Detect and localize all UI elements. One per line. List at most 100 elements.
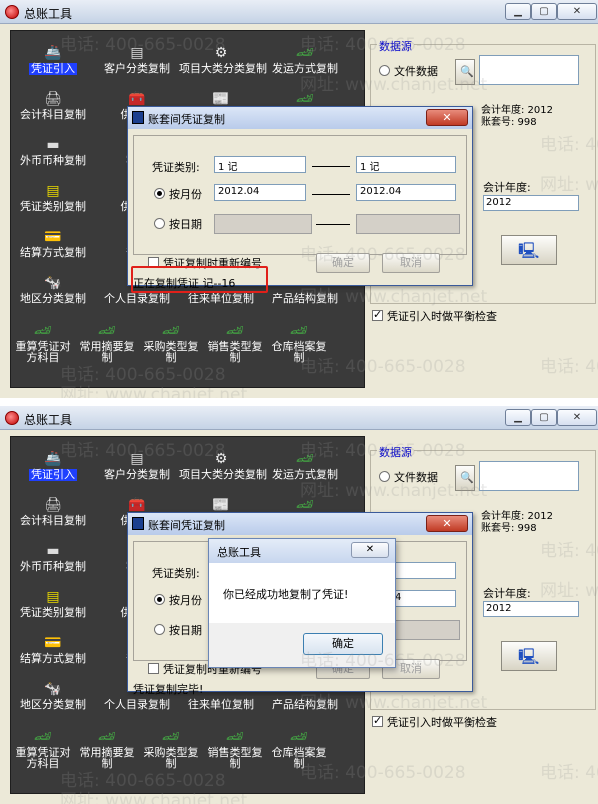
copy-dialog-titlebar: 账套间凭证复制 ✕ (128, 513, 472, 535)
tool-button[interactable]: 🚢 凭证引入 (11, 451, 95, 495)
tool-button[interactable]: ▬ 外币币种复制 (11, 543, 95, 587)
tool-button[interactable]: ⚙ 项目大类分类复制 (179, 451, 267, 495)
copy-dialog-close-button[interactable]: ✕ (426, 109, 468, 126)
tool-label: 客户分类复制 (104, 468, 170, 481)
voucher-type-from-select[interactable]: 1 记 (214, 156, 306, 173)
close-button[interactable]: ✕ (557, 409, 597, 426)
tool-icon: ⚙ (214, 45, 228, 61)
tool-button[interactable]: 🏎 重算凭证对方科目 (11, 323, 75, 367)
target-year-value: 2012 (483, 601, 579, 617)
tool-button[interactable]: ▤ 凭证类别复制 (11, 589, 95, 633)
range-separator (312, 166, 350, 167)
by-date-radio[interactable] (154, 624, 165, 635)
minimize-button[interactable]: ▁ (505, 409, 531, 426)
close-button[interactable]: ✕ (557, 3, 597, 20)
run-import-button[interactable]: 🖳 (501, 641, 557, 671)
file-data-option[interactable]: 文件数据 (379, 469, 438, 485)
tool-button[interactable]: 🖨 会计科目复制 (11, 497, 95, 541)
date-to-picker[interactable] (356, 214, 460, 234)
tool-label: 地区分类复制 (20, 698, 86, 711)
file-data-option[interactable]: 文件数据 (379, 63, 438, 79)
tool-label: 重算凭证对方科目 (15, 340, 71, 364)
balance-check-checkbox[interactable] (372, 714, 383, 727)
tool-button[interactable]: 🏎 采购类型复制 (139, 323, 203, 367)
window-titlebar: 总账工具 ▁ ▢ ✕ (0, 0, 598, 24)
month-to-select[interactable]: 2012.04 (356, 184, 456, 201)
tool-button[interactable]: 🏎 重算凭证对方科目 (11, 729, 75, 773)
maximize-button[interactable]: ▢ (531, 409, 557, 426)
voucher-type-to-select[interactable]: 1 记 (356, 156, 456, 173)
range-separator (316, 224, 350, 225)
tool-button[interactable]: 💳 结算方式复制 (11, 635, 95, 679)
by-month-radio[interactable] (154, 594, 165, 605)
tool-icon: 🐄 (44, 275, 62, 291)
tool-label: 地区分类复制 (20, 292, 86, 305)
tool-button[interactable]: 🏎 仓库档案复制 (267, 729, 331, 773)
renumber-checkbox[interactable] (148, 663, 159, 674)
tool-label: 仓库档案复制 (271, 746, 327, 770)
tool-label: 往来单位复制 (188, 698, 254, 711)
tool-button[interactable]: 🚢 凭证引入 (11, 45, 95, 89)
run-import-button[interactable]: 🖳 (501, 235, 557, 265)
tool-button[interactable]: ▬ 外币币种复制 (11, 137, 95, 181)
balance-check-label: 凭证引入时做平衡检查 (387, 716, 497, 729)
target-year-label: 会计年度: (483, 587, 531, 600)
tool-icon: 🏎 (296, 91, 314, 107)
tool-button[interactable]: 🏎 发运方式复制 (263, 451, 347, 495)
tool-button[interactable]: 🏎 常用摘要复制 (75, 323, 139, 367)
by-date-option[interactable]: 按日期 (154, 622, 202, 638)
tool-label: 常用摘要复制 (79, 340, 135, 364)
file-path-input[interactable] (479, 461, 579, 491)
file-path-input[interactable] (479, 55, 579, 85)
copy-cancel-button[interactable]: 取消 (382, 253, 440, 273)
message-ok-button[interactable]: 确定 (303, 633, 383, 655)
balance-check-checkbox[interactable] (372, 308, 383, 321)
tool-button[interactable]: 🐄 地区分类复制 (11, 275, 95, 319)
status-highlight-box (131, 266, 268, 293)
tool-button[interactable]: 🏎 销售类型复制 (203, 323, 267, 367)
tool-label: 项目大类分类复制 (179, 468, 267, 481)
balance-check-option[interactable]: 凭证引入时做平衡检查 (372, 308, 497, 324)
message-close-button[interactable]: ✕ (351, 542, 389, 558)
tool-button[interactable]: ⚙ 项目大类分类复制 (179, 45, 267, 89)
by-month-label: 按月份 (169, 188, 202, 201)
tool-button[interactable]: 💳 结算方式复制 (11, 229, 95, 273)
voucher-type-label: 凭证类别: (152, 161, 200, 174)
tool-button[interactable]: ▤ 凭证类别复制 (11, 183, 95, 227)
tool-button[interactable]: ▤ 客户分类复制 (95, 451, 179, 495)
tool-button[interactable]: ▤ 客户分类复制 (95, 45, 179, 89)
computer-transfer-icon: 🖳 (518, 647, 540, 666)
account-number-label: 账套号: 998 (481, 117, 537, 128)
tool-button[interactable]: 🏎 销售类型复制 (203, 729, 267, 773)
by-month-radio[interactable] (154, 188, 165, 199)
minimize-button[interactable]: ▁ (505, 3, 531, 20)
month-from-select[interactable]: 2012.04 (214, 184, 306, 201)
tool-button[interactable]: 🏎 仓库档案复制 (267, 323, 331, 367)
tool-button[interactable]: 🏎 发运方式复制 (263, 45, 347, 89)
by-month-option[interactable]: 按月份 (154, 186, 202, 202)
tool-button[interactable]: 🏎 采购类型复制 (139, 729, 203, 773)
maximize-button[interactable]: ▢ (531, 3, 557, 20)
by-date-option[interactable]: 按日期 (154, 216, 202, 232)
computer-transfer-icon: 🖳 (518, 241, 540, 260)
window-titlebar: 总账工具 ▁ ▢ ✕ (0, 406, 598, 430)
tool-label: 采购类型复制 (143, 746, 199, 770)
tool-button[interactable]: 🐄 地区分类复制 (11, 681, 95, 725)
by-month-option[interactable]: 按月份 (154, 592, 202, 608)
copy-dialog-close-button[interactable]: ✕ (426, 515, 468, 532)
balance-check-option[interactable]: 凭证引入时做平衡检查 (372, 714, 497, 730)
search-button[interactable]: 🔍 (455, 59, 475, 85)
by-date-radio[interactable] (154, 218, 165, 229)
search-button[interactable]: 🔍 (455, 465, 475, 491)
file-data-radio[interactable] (379, 471, 390, 482)
file-data-radio[interactable] (379, 65, 390, 76)
copy-ok-button[interactable]: 确定 (316, 253, 370, 273)
tool-button[interactable]: 🏎 常用摘要复制 (75, 729, 139, 773)
tool-label: 重算凭证对方科目 (15, 746, 71, 770)
message-titlebar: 总账工具 ✕ (209, 539, 395, 563)
date-from-picker[interactable] (214, 214, 312, 234)
target-year-value: 2012 (483, 195, 579, 211)
tool-icon: 🧰 (128, 91, 146, 107)
tool-icon: 🏎 (226, 729, 244, 745)
tool-button[interactable]: 🖨 会计科目复制 (11, 91, 95, 135)
